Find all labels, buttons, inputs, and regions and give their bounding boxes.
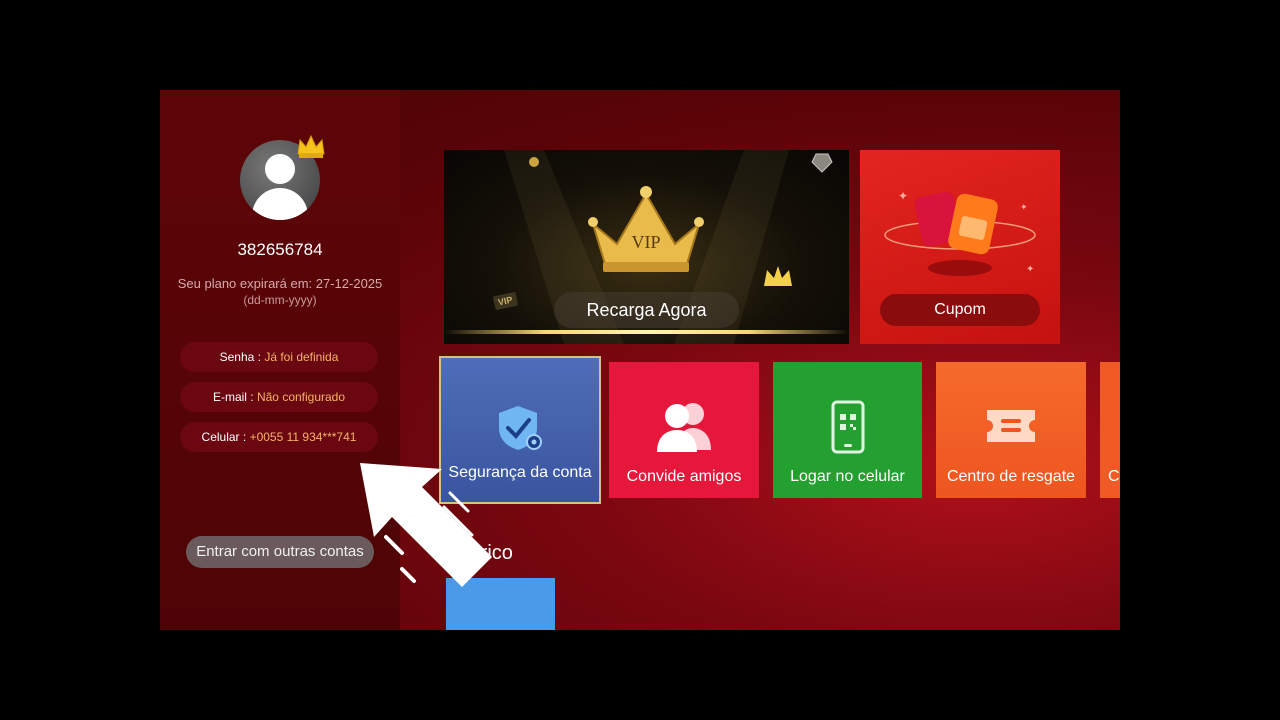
password-value: Já foi definida	[264, 350, 339, 364]
plan-expiry: Seu plano expirará em: 27-12-2025	[177, 276, 383, 291]
email-label: E-mail :	[212, 390, 257, 404]
tile-login-phone[interactable]: Logar no celular	[773, 362, 922, 498]
svg-text:✦: ✦	[898, 189, 908, 203]
vip-crown-icon: VIP	[588, 186, 704, 272]
pointer-arrow-icon	[360, 463, 492, 587]
other-accounts-button[interactable]: Entrar com outras contas	[186, 536, 374, 568]
coupon-banner[interactable]: ✦ ✦ ✦ Cupom	[860, 150, 1060, 344]
password-info[interactable]: Senha : Já foi definida	[180, 342, 378, 372]
vip-crown-text: VIP	[631, 232, 660, 252]
tile-next-partial[interactable]: C	[1100, 362, 1120, 498]
email-info[interactable]: E-mail : Não configurado	[180, 382, 378, 412]
gold-glow-line	[444, 330, 849, 334]
coupon-button[interactable]: Cupom	[880, 294, 1040, 326]
phone-value: +0055 11 934***741	[249, 430, 357, 444]
tile-invite-friends-label: Convide amigos	[626, 468, 742, 485]
email-value: Não configurado	[256, 390, 346, 404]
vip-recharge-banner[interactable]: VIP VIP Recarga Agora	[444, 150, 849, 344]
app-screen: 382656784 Seu plano expirará em: 27-12-2…	[160, 90, 1120, 630]
small-crown-icon	[764, 266, 792, 286]
avatar-head	[265, 154, 295, 184]
ticket-icon	[987, 410, 1035, 442]
users-icon	[657, 403, 711, 452]
phone-info[interactable]: Celular : +0055 11 934***741	[180, 422, 378, 452]
avatar-shoulders	[252, 188, 308, 220]
tile-redeem-center[interactable]: Centro de resgate	[936, 362, 1086, 498]
coupon-ticket-icon: ✦ ✦ ✦	[884, 189, 1036, 276]
crown-icon	[297, 134, 325, 158]
phone-label: Celular :	[201, 430, 250, 444]
svg-text:✦: ✦	[1026, 264, 1034, 275]
phone-qr-icon	[831, 400, 864, 454]
password-label: Senha :	[219, 350, 265, 364]
tile-invite-friends[interactable]: Convide amigos	[609, 362, 759, 498]
tile-next-partial-label: C	[1108, 468, 1120, 485]
svg-text:✦: ✦	[1020, 202, 1028, 212]
user-id: 382656784	[237, 240, 323, 259]
tile-redeem-center-label: Centro de resgate	[946, 468, 1076, 485]
tile-login-phone-label: Logar no celular	[790, 468, 905, 485]
plan-date-format: (dd-mm-yyyy)	[243, 293, 317, 307]
recharge-now-button[interactable]: Recarga Agora	[554, 292, 739, 328]
